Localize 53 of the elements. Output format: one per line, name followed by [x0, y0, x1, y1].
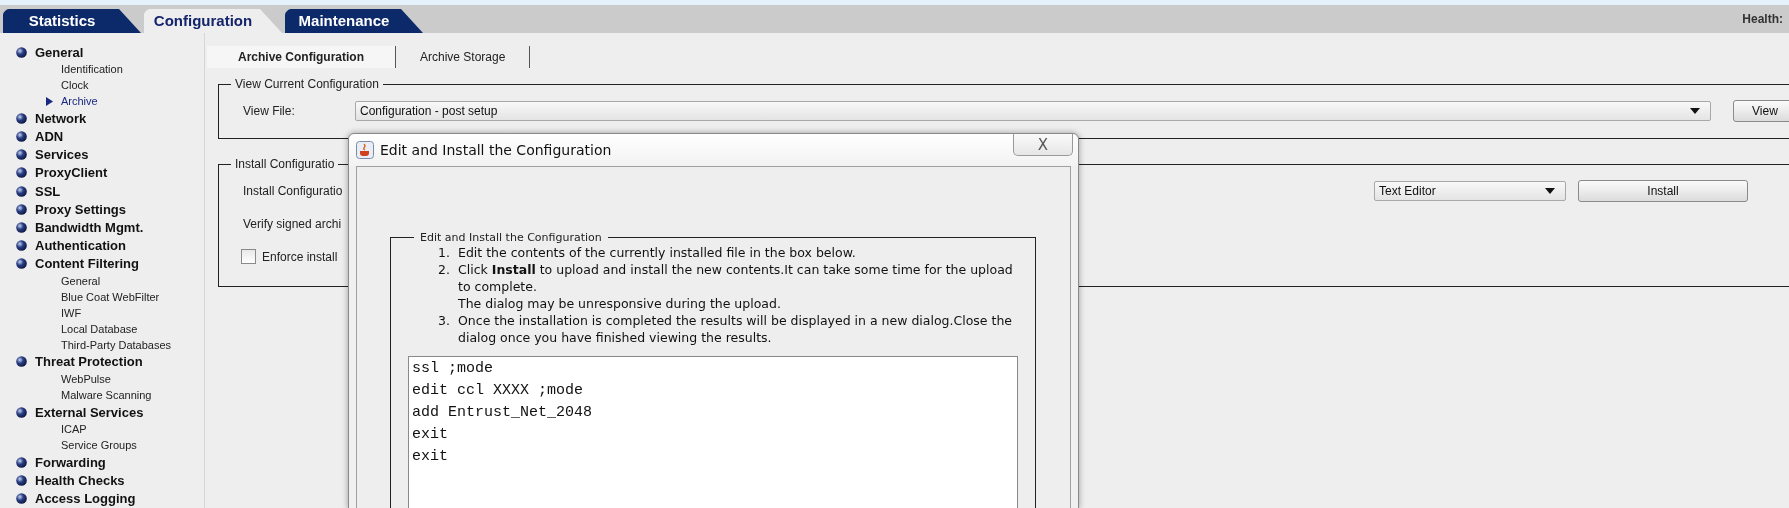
- sidebar-item[interactable]: General: [35, 44, 84, 60]
- step-number: 3.: [438, 312, 451, 330]
- sidebar-subitem[interactable]: Malware Scanning: [61, 389, 152, 402]
- sidebar-subitem[interactable]: Archive: [61, 95, 98, 108]
- sidebar-item[interactable]: External Services: [35, 404, 144, 420]
- sidebar-item[interactable]: ProxyClient: [35, 165, 108, 181]
- field-label: View File:: [243, 104, 296, 118]
- sidebar-item[interactable]: Forwarding: [35, 454, 106, 470]
- sidebar-subitem[interactable]: Service Groups: [61, 439, 137, 452]
- close-button[interactable]: X: [1013, 134, 1073, 156]
- sidebar-subitem[interactable]: Blue Coat WebFilter: [61, 290, 160, 303]
- step-number: 2.: [438, 261, 451, 279]
- sidebar-item[interactable]: Services: [35, 147, 89, 163]
- nav-tab[interactable]: Statistics: [3, 9, 141, 33]
- sidebar-item[interactable]: Access Logging: [35, 491, 136, 507]
- section-title: View Current Configuration: [234, 77, 380, 91]
- sidebar-item[interactable]: SSL: [35, 183, 61, 199]
- sidebar-item[interactable]: Health Checks: [35, 473, 125, 489]
- view-button[interactable]: View: [1733, 100, 1789, 122]
- sidebar-subitem[interactable]: Clock: [61, 79, 89, 92]
- file-dropdown[interactable]: Configuration - post setup: [355, 101, 1711, 121]
- field-label: Install Configuratio: [243, 184, 344, 198]
- sidebar-subitem[interactable]: IWF: [61, 306, 82, 319]
- section-title: Edit and Install the Configuration: [419, 231, 603, 244]
- sidebar-item[interactable]: Proxy Settings: [35, 201, 127, 217]
- checkbox-label: Enforce install: [262, 249, 338, 264]
- instruction-text: Click Install to upload and install the new contents.It can take some time for the upload to complete.: [458, 261, 1014, 295]
- sidebar-subitem[interactable]: General: [61, 274, 101, 287]
- install-button[interactable]: Install: [1578, 180, 1748, 202]
- nav-tab[interactable]: Maintenance: [285, 9, 423, 33]
- sidebar-item[interactable]: Network: [35, 110, 87, 126]
- method-dropdown[interactable]: Text Editor: [1374, 181, 1566, 201]
- sidebar-subitem[interactable]: ICAP: [61, 423, 87, 436]
- sidebar-subitem[interactable]: Identification: [61, 63, 123, 76]
- sub-tab[interactable]: Archive Configuration: [207, 46, 396, 68]
- health-label: Health:: [1742, 12, 1784, 26]
- sidebar-subitem[interactable]: Third-Party Databases: [61, 338, 172, 351]
- instruction-note: The dialog may be unresponsive during the upload.: [458, 295, 782, 312]
- field-label: Verify signed archi: [243, 217, 342, 231]
- dialog-title: Edit and Install the Configuration: [380, 142, 612, 158]
- sidebar-item[interactable]: Content Filtering: [35, 256, 139, 272]
- instruction-text: Edit the contents of the currently installed file in the box below.: [458, 244, 857, 261]
- instruction-text: Once the installation is completed the results will be displayed in a new dialog.Close the dialog once you have finished viewing the results.: [458, 312, 1013, 346]
- sidebar-subitem[interactable]: Local Database: [61, 322, 138, 335]
- config-editor[interactable]: ssl ;mode edit ccl XXXX ;mode add Entrust_Net_2048 exit exit: [408, 356, 1018, 508]
- sidebar-item[interactable]: ADN: [35, 128, 64, 144]
- sidebar-item[interactable]: Bandwidth Mgmt.: [35, 219, 144, 235]
- sidebar-item[interactable]: Threat Protection: [35, 354, 143, 370]
- section-title: Install Configuratio: [234, 157, 336, 171]
- sidebar-item[interactable]: Authentication: [35, 238, 126, 254]
- nav-tab[interactable]: Configuration: [144, 9, 282, 33]
- sidebar-subitem[interactable]: WebPulse: [61, 373, 111, 386]
- step-number: 1.: [438, 244, 451, 261]
